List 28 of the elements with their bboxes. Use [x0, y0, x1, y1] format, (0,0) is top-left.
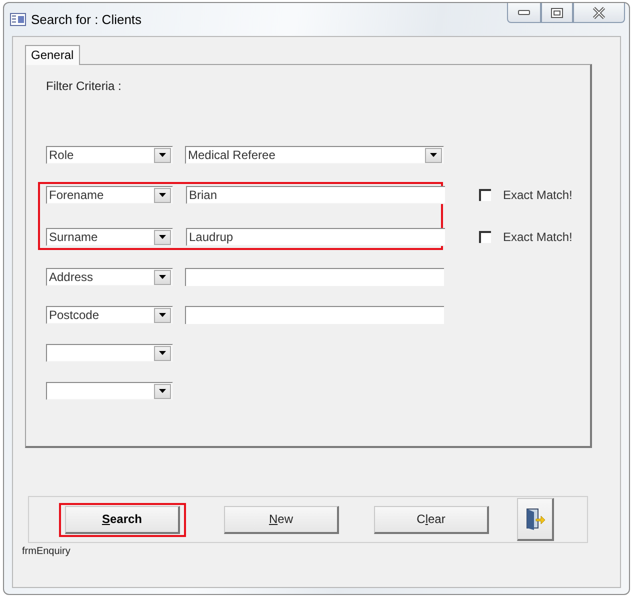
form-name: frmEnquiry: [22, 546, 70, 557]
button[interactable]: New: [224, 506, 339, 534]
section-heading: Filter Criteria :: [46, 79, 122, 93]
window-title: Search for : Clients: [31, 12, 142, 27]
input-field[interactable]: [185, 268, 444, 286]
field-dropdown[interactable]: Surname: [46, 228, 173, 246]
tab[interactable]: General: [25, 45, 80, 65]
field-dropdown[interactable]: Role: [46, 146, 173, 164]
minimize-icon[interactable]: [507, 3, 541, 23]
exit-door-icon[interactable]: [517, 498, 554, 541]
field-dropdown[interactable]: [46, 344, 173, 362]
value-dropdown[interactable]: Medical Referee: [185, 146, 444, 164]
button[interactable]: Clear: [374, 506, 489, 534]
field-dropdown[interactable]: Forename: [46, 186, 173, 204]
button[interactable]: Search: [65, 506, 180, 534]
maximize-icon[interactable]: [541, 3, 573, 23]
input-field[interactable]: [185, 306, 444, 324]
input-field[interactable]: Laudrup: [186, 228, 445, 246]
input-field[interactable]: Brian: [186, 186, 445, 204]
checkbox[interactable]: [479, 231, 491, 243]
field-dropdown[interactable]: Address: [46, 268, 173, 286]
field-dropdown[interactable]: Postcode: [46, 306, 173, 324]
checkbox-label: Exact Match!: [503, 188, 572, 202]
form-icon: [10, 13, 26, 26]
field-dropdown[interactable]: [46, 382, 173, 400]
checkbox[interactable]: [479, 189, 491, 201]
checkbox-label: Exact Match!: [503, 230, 572, 244]
close-icon[interactable]: [573, 3, 625, 23]
